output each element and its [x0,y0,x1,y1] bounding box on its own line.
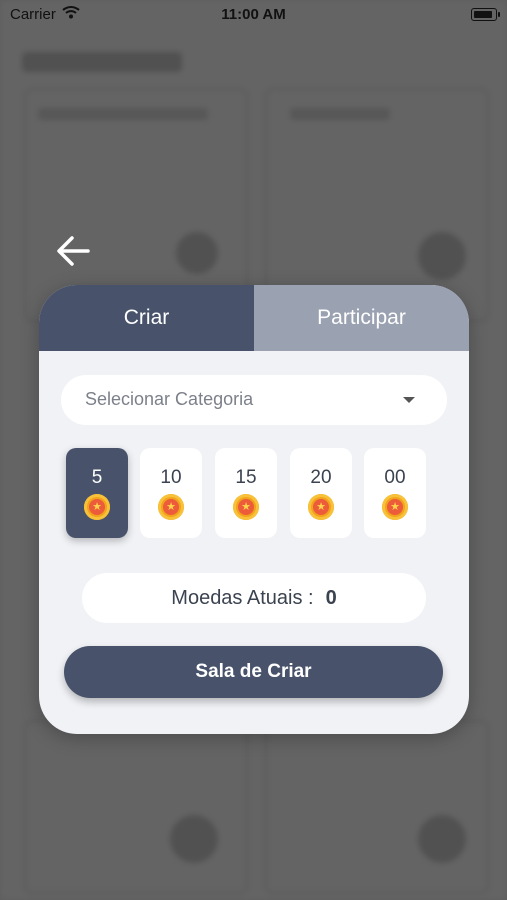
coin-option-20[interactable]: 20 ★ [290,448,352,538]
coin-icon: ★ [233,494,259,520]
coin-option-label: 15 [235,467,257,488]
status-time: 11:00 AM [221,6,286,23]
category-select[interactable]: Selecionar Categoria [61,375,447,425]
coin-icon: ★ [158,494,184,520]
battery-icon [471,8,500,21]
coin-option-label: 20 [310,467,332,488]
coin-option-00[interactable]: 00 ★ [364,448,426,538]
tab-bar: Criar Participar [39,285,469,351]
coin-icon: ★ [382,494,408,520]
current-coins-display: Moedas Atuais : 0 [82,573,426,623]
back-arrow-icon[interactable] [52,232,94,270]
category-select-value: Selecionar Categoria [85,389,254,409]
create-room-button[interactable]: Sala de Criar [64,646,443,698]
coin-option-label: 10 [160,467,182,488]
tab-participar[interactable]: Participar [254,285,469,351]
tab-criar[interactable]: Criar [39,285,254,351]
create-room-modal: Criar Participar Selecionar Categoria 5 … [39,285,469,734]
chevron-down-icon [403,397,415,403]
coin-option-label: 5 [91,467,103,488]
coin-option-15[interactable]: 15 ★ [215,448,277,538]
coin-option-10[interactable]: 10 ★ [140,448,202,538]
coin-icon: ★ [308,494,334,520]
coin-option-label: 00 [384,467,406,488]
coin-options: 5 ★ 10 ★ 15 ★ 20 ★ 00 ★ [66,448,446,538]
status-bar: Carrier 11:00 AM [0,0,507,30]
coin-option-5[interactable]: 5 ★ [66,448,128,538]
coin-icon: ★ [84,494,110,520]
current-coins-value: 0 [325,586,337,609]
current-coins-label: Moedas Atuais : [171,586,314,609]
